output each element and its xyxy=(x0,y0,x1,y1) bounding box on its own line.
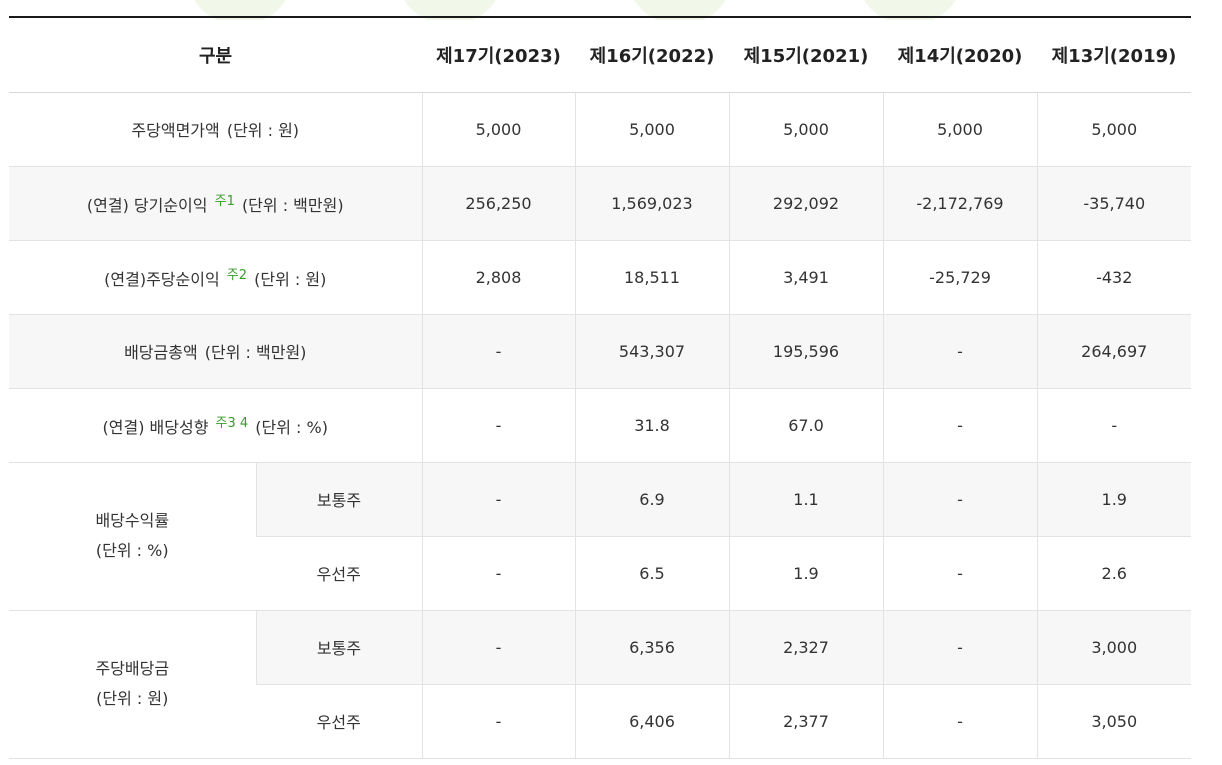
row-label-text: (연결)주당순이익 xyxy=(104,270,220,289)
row-label-text: 주당액면가액 xyxy=(131,121,220,140)
table-cell: 2,808 xyxy=(421,240,575,315)
table-cell: - xyxy=(882,536,1037,611)
table-cell: 3,000 xyxy=(1036,610,1191,685)
row-label: (연결) 배당성향 주3 4 (단위 : %) xyxy=(9,388,422,463)
row-label-text: (연결) 배당성향 xyxy=(102,418,209,437)
row-label: 주당액면가액 (단위 : 원) xyxy=(9,92,422,167)
table-cell: 18,511 xyxy=(574,240,729,315)
table-cell: 5,000 xyxy=(728,92,883,167)
table-row-dps-common: 주당배당금 (단위 : 원) 보통주 - 6,356 2,327 - 3,000 xyxy=(9,610,1191,759)
row-label-text: (연결) 당기순이익 xyxy=(86,196,208,215)
table-cell: -35,740 xyxy=(1036,166,1191,241)
footnote-mark: 주1 xyxy=(214,194,235,209)
row-unit: (단위 : 백만원) xyxy=(241,196,344,215)
table-cell: 195,596 xyxy=(728,314,883,389)
table-cell: - xyxy=(421,610,575,685)
table-row-total-dividend: 배당금총액 (단위 : 백만원) - 543,307 195,596 - 264… xyxy=(9,314,1191,389)
table-cell: 543,307 xyxy=(574,314,729,389)
table-cell: 2,377 xyxy=(728,684,883,759)
table-cell: 6.9 xyxy=(574,462,729,537)
table-cell: 292,092 xyxy=(728,166,883,241)
table-cell: - xyxy=(421,388,575,463)
table-cell: - xyxy=(421,462,575,537)
group-label-text: 배당수익률 xyxy=(95,511,170,530)
table-row-net-income: (연결) 당기순이익 주1 (단위 : 백만원) 256,250 1,569,0… xyxy=(9,166,1191,241)
table-cell: -432 xyxy=(1036,240,1191,315)
table-cell: 264,697 xyxy=(1036,314,1191,389)
row-unit: (단위 : 원) xyxy=(254,270,327,289)
table-cell: 3,050 xyxy=(1036,684,1191,759)
table-cell: -25,729 xyxy=(882,240,1037,315)
header-year: 제17기(2023) xyxy=(422,16,575,93)
table-cell: - xyxy=(882,684,1037,759)
group-label-dividend-per-share: 주당배당금 (단위 : 원) xyxy=(9,610,256,759)
table-cell: - xyxy=(882,388,1037,463)
row-unit: (단위 : 원) xyxy=(226,121,300,140)
group-label-dividend-yield: 배당수익률 (단위 : %) xyxy=(9,462,256,611)
table-cell: 1.9 xyxy=(1036,462,1191,537)
group-unit: (단위 : %) xyxy=(95,541,169,560)
header-year: 제13기(2019) xyxy=(1037,16,1191,93)
table-cell: - xyxy=(882,314,1037,389)
table-cell: 1.9 xyxy=(728,536,883,611)
header-year: 제14기(2020) xyxy=(883,16,1037,93)
group-unit: (단위 : 원) xyxy=(96,689,169,708)
table-cell: 1.1 xyxy=(728,462,883,537)
table-cell: 5,000 xyxy=(882,92,1037,167)
sub-label: 보통주 xyxy=(255,610,422,685)
table-cell: 5,000 xyxy=(421,92,575,167)
footnote-mark: 주2 xyxy=(226,268,248,283)
header-category: 구분 xyxy=(9,16,422,93)
table-cell: 6.5 xyxy=(574,536,729,611)
row-unit: (단위 : 백만원) xyxy=(204,343,307,362)
header-year: 제15기(2021) xyxy=(729,16,883,93)
table-cell: 67.0 xyxy=(728,388,883,463)
table-cell: 3,491 xyxy=(728,240,883,315)
table-cell: - xyxy=(882,610,1037,685)
sub-label: 보통주 xyxy=(255,462,422,537)
header-year: 제16기(2022) xyxy=(575,16,729,93)
footnote-mark: 주3 4 xyxy=(215,416,249,431)
table-cell: - xyxy=(421,684,575,759)
table-row-face-value: 주당액면가액 (단위 : 원) 5,000 5,000 5,000 5,000 … xyxy=(9,92,1191,167)
row-unit: (단위 : %) xyxy=(255,418,328,437)
header-row: 구분 제17기(2023) 제16기(2022) 제15기(2021) 제14기… xyxy=(9,16,1191,93)
table-row-payout-ratio: (연결) 배당성향 주3 4 (단위 : %) - 31.8 67.0 - - xyxy=(9,388,1191,463)
table-cell: 6,356 xyxy=(574,610,729,685)
group-label-text: 주당배당금 xyxy=(95,659,170,678)
sub-label: 우선주 xyxy=(256,684,422,759)
row-label-text: 배당금총액 xyxy=(124,343,198,362)
table-row-eps: (연결)주당순이익 주2 (단위 : 원) 2,808 18,511 3,491… xyxy=(9,240,1191,315)
table-cell: 6,406 xyxy=(574,684,729,759)
sub-label: 우선주 xyxy=(256,536,422,611)
table-cell: 2,327 xyxy=(728,610,883,685)
table-cell: 31.8 xyxy=(574,388,729,463)
table-row-yield-common: 배당수익률 (단위 : %) 보통주 - 6.9 1.1 - 1.9 xyxy=(9,462,1191,611)
row-label: (연결)주당순이익 주2 (단위 : 원) xyxy=(9,240,422,315)
table-cell: 2.6 xyxy=(1036,536,1191,611)
table-cell: 256,250 xyxy=(421,166,575,241)
row-label: 배당금총액 (단위 : 백만원) xyxy=(9,314,422,389)
table-cell: 5,000 xyxy=(1036,92,1191,167)
dividend-table: 구분 제17기(2023) 제16기(2022) 제15기(2021) 제14기… xyxy=(9,16,1191,759)
row-label: (연결) 당기순이익 주1 (단위 : 백만원) xyxy=(9,166,422,241)
table-cell: - xyxy=(421,314,575,389)
table-cell: 1,569,023 xyxy=(574,166,729,241)
table-cell: - xyxy=(1036,388,1191,463)
table-cell: 5,000 xyxy=(574,92,729,167)
table-cell: - xyxy=(882,462,1037,537)
table-cell: -2,172,769 xyxy=(882,166,1037,241)
table-cell: - xyxy=(421,536,575,611)
